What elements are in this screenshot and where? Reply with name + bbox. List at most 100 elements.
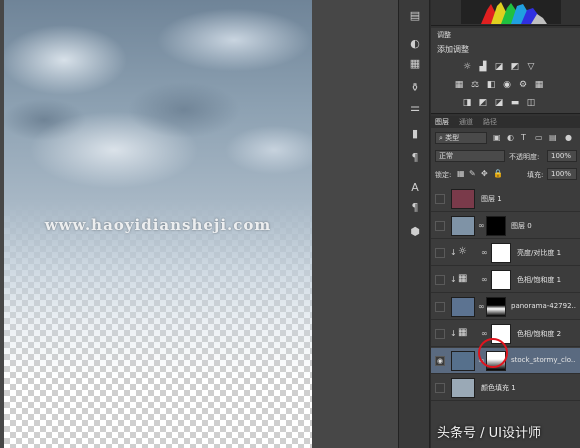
credit-text: 头条号 / UI设计师 (437, 426, 541, 441)
layer-row[interactable]: ↓ ▦ ∞ 色相/饱和度 2 (431, 321, 580, 347)
color-lookup-icon[interactable]: ▦ (533, 80, 545, 91)
layer-comp-icon[interactable]: ⚱ (406, 78, 424, 96)
clip-arrow-icon: ↓ (450, 329, 457, 338)
clip-arrow-icon: ↓ (450, 275, 457, 284)
invert-icon[interactable]: ◨ (461, 98, 473, 109)
tab-adjustments[interactable]: 调整 (437, 30, 451, 40)
link-icon[interactable]: ∞ (481, 275, 488, 284)
tab-paths[interactable]: 路径 (483, 117, 497, 127)
blend-mode-select[interactable]: 正常 (435, 150, 505, 162)
hue-saturation-icon: ▦ (458, 327, 468, 338)
visibility-eye-icon[interactable] (435, 194, 445, 204)
layer-row[interactable]: ∞ panorama-42792... (431, 294, 580, 320)
canvas-area[interactable]: www.haoyidiansheji.com (0, 0, 398, 448)
layer-row[interactable]: 颜色填充 1 (431, 375, 580, 401)
gradient-map-icon[interactable]: ▬ (509, 98, 521, 109)
layer-mask-thumbnail[interactable] (486, 297, 506, 317)
visibility-eye-icon[interactable] (435, 329, 445, 339)
tab-layers[interactable]: 图层 (435, 117, 449, 127)
fill-input[interactable]: 100% (547, 168, 577, 180)
layer-mask-thumbnail[interactable] (491, 270, 511, 290)
character-icon[interactable]: A (406, 178, 424, 196)
clip-arrow-icon: ↓ (450, 248, 457, 257)
hue-saturation-icon[interactable]: ▦ (453, 80, 465, 91)
panel-icon-strip: ▤ ◐ ▦ ⚱ ⚌ ▮ ¶ A ¶ ⬢ (398, 0, 430, 448)
posterize-icon[interactable]: ◩ (477, 98, 489, 109)
layer-name: 色相/饱和度 1 (517, 276, 562, 284)
brush-icon[interactable]: ⚌ (406, 98, 424, 116)
filter-kind-value: 类型 (445, 134, 460, 142)
link-icon[interactable]: ∞ (478, 221, 485, 230)
photo-filter-icon[interactable]: ◉ (501, 80, 513, 91)
layer-name: 亮度/对比度 1 (517, 249, 562, 257)
black-white-icon[interactable]: ◧ (485, 80, 497, 91)
fill-label: 填充: (527, 171, 544, 179)
lock-pixels-icon[interactable]: ✎ (469, 169, 476, 178)
paragraph-icon[interactable]: ¶ (406, 148, 424, 166)
layer-row[interactable]: ↓ ☼ ∞ 亮度/对比度 1 (431, 240, 580, 266)
selective-color-icon[interactable]: ◫ (525, 98, 537, 109)
tab-channels[interactable]: 通道 (459, 117, 473, 127)
layers-panel: 图层 通道 路径 ⌕ 类型 ▣ ◐ T ▭ ▤ ● 正常 不透明度: 100% … (431, 116, 580, 448)
layer-name: 颜色填充 1 (481, 384, 516, 392)
histogram-icon[interactable]: ▤ (406, 6, 424, 24)
layer-thumbnail[interactable] (451, 378, 475, 398)
add-adjustment-label: 添加调整 (437, 45, 469, 54)
layer-name: 色相/饱和度 2 (517, 330, 562, 338)
opacity-input[interactable]: 100% (547, 150, 577, 162)
3d-icon[interactable]: ⬢ (406, 222, 424, 240)
tool-preset-icon[interactable]: ▮ (406, 124, 424, 142)
visibility-eye-icon[interactable] (435, 248, 445, 258)
layer-row[interactable]: ↓ ▦ ∞ 色相/饱和度 1 (431, 267, 580, 293)
layer-name: 图层 0 (511, 222, 532, 230)
layer-name: 图层 1 (481, 195, 502, 203)
layer-thumbnail[interactable] (451, 189, 475, 209)
fill-value: 100% (551, 170, 572, 178)
document-canvas[interactable]: www.haoyidiansheji.com (4, 0, 312, 448)
lock-transparent-icon[interactable]: ▦ (457, 169, 465, 178)
visibility-eye-icon[interactable] (435, 275, 445, 285)
layer-name: stock_stormy_clo... (511, 356, 576, 364)
opacity-label: 不透明度: (509, 153, 540, 161)
vibrance-icon[interactable]: ▽ (525, 62, 537, 73)
lock-position-icon[interactable]: ✥ (481, 169, 488, 178)
color-balance-icon[interactable]: ⚖ (469, 80, 481, 91)
paragraph-style-icon[interactable]: ¶ (406, 198, 424, 216)
opacity-value: 100% (551, 152, 572, 160)
adjust-icon[interactable]: ▦ (406, 54, 424, 72)
levels-icon[interactable]: ▟ (477, 62, 489, 73)
layer-thumbnail[interactable] (451, 297, 475, 317)
threshold-icon[interactable]: ◪ (493, 98, 505, 109)
lock-label: 锁定: (435, 171, 452, 179)
visibility-eye-icon[interactable] (435, 221, 445, 231)
brightness-icon: ☼ (458, 246, 467, 257)
visibility-eye-icon[interactable] (435, 302, 445, 312)
filter-adjustment-icon[interactable]: ◐ (507, 133, 514, 142)
histogram-panel (431, 0, 580, 26)
brightness-icon[interactable]: ☼ (461, 62, 473, 73)
filter-kind-select[interactable]: ⌕ 类型 (435, 132, 487, 144)
layer-row[interactable]: ∞ 图层 0 (431, 213, 580, 239)
channel-mixer-icon[interactable]: ⚙ (517, 80, 529, 91)
filter-smart-icon[interactable]: ▤ (549, 133, 557, 142)
filter-type-icon[interactable]: T (521, 133, 526, 142)
curves-icon[interactable]: ◪ (493, 62, 505, 73)
blend-mode-value: 正常 (439, 152, 453, 160)
filter-toggle-icon[interactable]: ● (565, 133, 572, 142)
exposure-icon[interactable]: ◩ (509, 62, 521, 73)
link-icon[interactable]: ∞ (478, 302, 485, 311)
link-icon[interactable]: ∞ (481, 248, 488, 257)
filter-shape-icon[interactable]: ▭ (535, 133, 543, 142)
layer-thumbnail[interactable] (451, 351, 475, 371)
layer-mask-thumbnail[interactable] (486, 216, 506, 236)
visibility-eye-icon[interactable]: ◉ (435, 356, 445, 366)
visibility-eye-icon[interactable] (435, 383, 445, 393)
filter-pixel-icon[interactable]: ▣ (493, 133, 501, 142)
layer-mask-thumbnail[interactable] (491, 243, 511, 263)
layer-row[interactable]: 图层 1 (431, 186, 580, 212)
layer-thumbnail[interactable] (451, 216, 475, 236)
link-icon[interactable]: ∞ (481, 329, 488, 338)
info-icon[interactable]: ◐ (406, 34, 424, 52)
lock-all-icon[interactable]: 🔒 (493, 169, 503, 178)
layer-name: panorama-42792... (511, 302, 576, 310)
